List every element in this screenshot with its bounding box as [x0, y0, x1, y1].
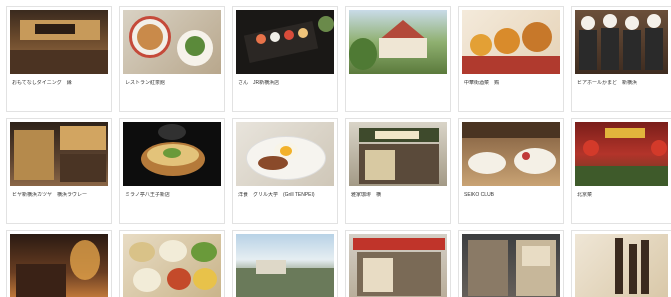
restaurant-name[interactable]: 中華街酒菜 鶏	[464, 80, 559, 87]
restaurant-photo[interactable]	[575, 234, 668, 297]
restaurant-name[interactable]: レストラン紅茶館	[125, 80, 220, 87]
restaurant-name[interactable]: SEIKO CLUB	[464, 192, 559, 199]
restaurant-photo[interactable]	[123, 234, 221, 297]
restaurant-name[interactable]: 北京菜	[577, 192, 667, 199]
restaurant-card[interactable]: ビアホールかまど 新横浜	[571, 6, 671, 112]
restaurant-card[interactable]	[232, 230, 338, 297]
restaurant-description	[351, 203, 446, 219]
restaurant-card[interactable]	[119, 230, 225, 297]
restaurant-card[interactable]	[345, 6, 451, 112]
restaurant-name[interactable]: ミラノ亭八王子新店	[125, 192, 220, 199]
restaurant-card[interactable]: SEIKO CLUB	[458, 118, 564, 224]
restaurant-card[interactable]: 北京菜	[571, 118, 671, 224]
restaurant-photo[interactable]	[10, 10, 108, 74]
restaurant-photo[interactable]	[575, 10, 668, 74]
restaurant-card[interactable]: 中華街酒菜 鶏	[458, 6, 564, 112]
restaurant-photo[interactable]	[236, 234, 334, 297]
restaurant-name[interactable]: さん JR新横浜店	[238, 80, 333, 87]
restaurant-photo[interactable]	[236, 122, 334, 186]
restaurant-card[interactable]: 洋食 グリル大学 (Grill TENPEI)	[232, 118, 338, 224]
restaurant-description	[125, 203, 220, 219]
restaurant-card[interactable]: おもてなしダイニング 縁	[6, 6, 112, 112]
restaurant-card[interactable]	[458, 230, 564, 297]
restaurant-photo[interactable]	[349, 122, 447, 186]
restaurant-name[interactable]: 洋食 グリル大学 (Grill TENPEI)	[238, 192, 333, 199]
restaurant-name[interactable]: ビヤ新横浜カツヤ 横浜ラヴレー	[12, 192, 107, 199]
restaurant-photo[interactable]	[10, 122, 108, 186]
restaurant-photo[interactable]	[462, 122, 560, 186]
restaurant-description	[577, 203, 667, 219]
restaurant-photo[interactable]	[10, 234, 108, 297]
restaurant-description	[464, 91, 559, 107]
restaurant-photo[interactable]	[462, 10, 560, 74]
restaurant-description	[238, 91, 333, 107]
restaurant-photo[interactable]	[349, 234, 447, 297]
restaurant-photo[interactable]	[462, 234, 560, 297]
restaurant-name[interactable]: おもてなしダイニング 縁	[12, 80, 107, 87]
restaurant-description	[12, 91, 107, 107]
restaurant-card[interactable]: 雅家珈琲 横	[345, 118, 451, 224]
restaurant-photo[interactable]	[123, 10, 221, 74]
restaurant-photo[interactable]	[575, 122, 668, 186]
restaurant-card[interactable]: ミラノ亭八王子新店	[119, 118, 225, 224]
restaurant-grid: おもてなしダイニング 縁 レストラン紅茶館 さん JR新横浜店 中華街酒菜 鶏 …	[0, 0, 671, 297]
restaurant-card[interactable]	[345, 230, 451, 297]
restaurant-description	[125, 91, 220, 107]
restaurant-card[interactable]: レストラン紅茶館	[119, 6, 225, 112]
restaurant-description	[238, 203, 333, 219]
restaurant-photo[interactable]	[349, 10, 447, 74]
restaurant-description	[577, 91, 667, 107]
restaurant-description	[351, 91, 446, 107]
restaurant-card[interactable]: さん JR新横浜店	[232, 6, 338, 112]
restaurant-description	[12, 203, 107, 219]
restaurant-card[interactable]: ビヤ新横浜カツヤ 横浜ラヴレー	[6, 118, 112, 224]
restaurant-name[interactable]: 雅家珈琲 横	[351, 192, 446, 199]
restaurant-card[interactable]	[571, 230, 671, 297]
restaurant-description	[464, 203, 559, 219]
restaurant-photo[interactable]	[123, 122, 221, 186]
restaurant-name[interactable]: ビアホールかまど 新横浜	[577, 80, 667, 87]
restaurant-photo[interactable]	[236, 10, 334, 74]
restaurant-card[interactable]	[6, 230, 112, 297]
